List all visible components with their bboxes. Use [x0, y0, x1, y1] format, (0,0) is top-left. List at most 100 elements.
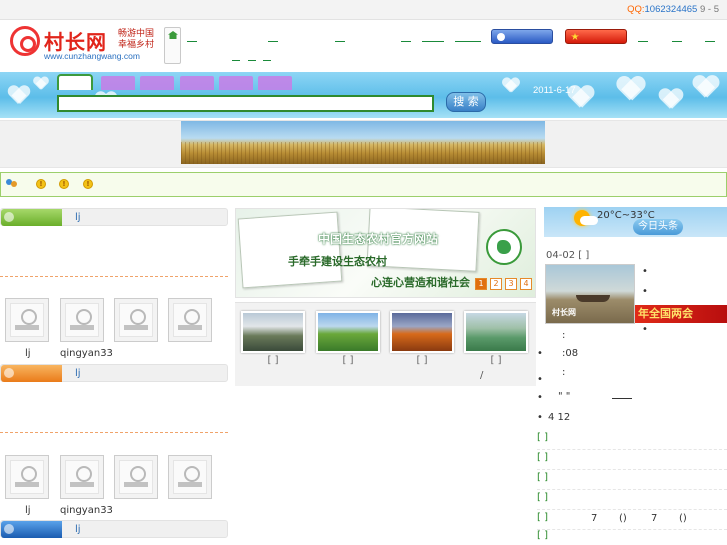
- category-bracket[interactable]: [ ]: [537, 512, 548, 523]
- news-line[interactable]: :: [562, 367, 565, 378]
- category-bracket[interactable]: [ ]: [537, 472, 548, 483]
- user-thumbnail[interactable]: [60, 298, 104, 342]
- search-tab[interactable]: [258, 76, 292, 90]
- news-line[interactable]: " ": [558, 391, 570, 402]
- search-tab[interactable]: [180, 76, 214, 90]
- news-photo[interactable]: 村长网: [545, 264, 635, 324]
- user-thumbnail[interactable]: [114, 298, 158, 342]
- nav-link[interactable]: [268, 41, 278, 42]
- section-tab-pill[interactable]: [1, 365, 62, 382]
- photo-strip: [ ] [ ] [ ] [ ]: [235, 302, 536, 386]
- user-thumbnail[interactable]: [5, 455, 49, 499]
- home-icon: [168, 31, 178, 39]
- search-tab[interactable]: [101, 76, 135, 90]
- search-button[interactable]: 搜 索: [446, 92, 486, 112]
- news-row[interactable]: [ ]: [537, 432, 727, 450]
- headline-button[interactable]: 今日头条: [633, 219, 683, 235]
- slide-page-3[interactable]: 3: [505, 278, 517, 290]
- news-row[interactable]: [ ]: [537, 492, 727, 510]
- heart-decoration: [617, 77, 646, 103]
- photo-caption[interactable]: [ ]: [464, 355, 528, 366]
- date-text: 2011-6-17: [533, 85, 576, 96]
- section-tab-pill[interactable]: [1, 521, 62, 538]
- search-tab[interactable]: [140, 76, 174, 90]
- user-thumbnail[interactable]: [60, 455, 104, 499]
- nav-link[interactable]: [232, 60, 240, 61]
- nav-link[interactable]: [422, 41, 444, 42]
- warning-icon[interactable]: !: [36, 179, 46, 189]
- category-bracket[interactable]: [ ]: [537, 452, 548, 463]
- left-section-header[interactable]: lj: [0, 208, 228, 226]
- section-header-text[interactable]: lj: [75, 524, 81, 535]
- search-input[interactable]: [57, 95, 434, 112]
- news-row[interactable]: [ ]: [537, 452, 727, 470]
- section-header-text[interactable]: lj: [75, 212, 81, 223]
- heart-decoration: [502, 78, 520, 94]
- field-photo[interactable]: [316, 311, 380, 353]
- section-header-text[interactable]: lj: [75, 368, 81, 379]
- nav-link[interactable]: [638, 41, 648, 42]
- left-section-header[interactable]: lj: [0, 520, 228, 538]
- lianghui-banner[interactable]: 年全国两会: [635, 305, 727, 323]
- news-row[interactable]: [ ]: [537, 530, 727, 545]
- news-date: 04-02 [ ]: [546, 250, 590, 261]
- cloud-icon: [580, 216, 598, 225]
- nav-link[interactable]: [705, 41, 715, 42]
- news-row[interactable]: [ ]: [537, 472, 727, 490]
- login-button[interactable]: [491, 29, 553, 44]
- logo-slogan: 畅游中国 幸福乡村: [118, 29, 155, 50]
- photo-caption[interactable]: [ ]: [241, 355, 305, 366]
- user-thumbnail[interactable]: [5, 298, 49, 342]
- search-tab[interactable]: [219, 76, 253, 90]
- user-name[interactable]: qingyan33: [60, 348, 113, 359]
- left-section-header[interactable]: lj: [0, 364, 228, 382]
- row-paren: (): [679, 513, 687, 524]
- home-link[interactable]: [164, 27, 181, 64]
- qq-number[interactable]: 1062324465: [645, 4, 698, 15]
- wheat-banner-image[interactable]: [181, 121, 545, 164]
- user-name[interactable]: qingyan33: [60, 505, 113, 516]
- search-tab-active[interactable]: [57, 74, 93, 90]
- register-button[interactable]: [565, 29, 627, 44]
- user-name[interactable]: lj: [25, 505, 31, 516]
- nav-link[interactable]: [187, 41, 197, 42]
- user-thumbnail[interactable]: [168, 455, 212, 499]
- category-bracket[interactable]: [ ]: [537, 492, 548, 503]
- category-bracket[interactable]: [ ]: [537, 432, 548, 443]
- slide-page-1[interactable]: 1: [475, 278, 487, 290]
- notice-bar: ! ! !: [0, 172, 727, 197]
- warning-icon[interactable]: !: [83, 179, 93, 189]
- nav-link[interactable]: [248, 60, 256, 61]
- site-logo[interactable]: 村长网 畅游中国 幸福乡村 www.cunzhangwang.com: [10, 26, 160, 66]
- user-name[interactable]: lj: [25, 348, 31, 359]
- nav-link[interactable]: [401, 41, 411, 42]
- nav-link[interactable]: [672, 41, 682, 42]
- slide-page-4[interactable]: 4: [520, 278, 532, 290]
- warning-icon[interactable]: !: [59, 179, 69, 189]
- news-line[interactable]: :: [562, 330, 565, 341]
- category-bracket[interactable]: [ ]: [537, 530, 548, 541]
- logo-url: www.cunzhangwang.com: [44, 51, 140, 61]
- list-bullet: •: [642, 286, 648, 297]
- news-row[interactable]: [ ] 7 () 7 (): [537, 512, 727, 530]
- sunset-photo[interactable]: [390, 311, 454, 353]
- news-link-underline[interactable]: [612, 398, 632, 399]
- photo-caption[interactable]: [ ]: [390, 355, 454, 366]
- nav-link[interactable]: [455, 41, 481, 42]
- section-tab-pill[interactable]: [1, 209, 62, 226]
- news-line[interactable]: :08: [562, 348, 578, 359]
- village-photo[interactable]: [241, 311, 305, 353]
- star-icon: [571, 33, 579, 40]
- feature-slideshow[interactable]: 中国生态农村官方网站 手牵手建设生态农村 心连心营造和谐社会 1 2 3 4: [235, 208, 536, 298]
- top-bar: QQ:1062324465 9 - 5: [0, 0, 727, 20]
- mountain-photo[interactable]: [464, 311, 528, 353]
- news-line[interactable]: 4 12: [548, 412, 570, 423]
- list-bullet: •: [642, 266, 648, 277]
- slide-page-2[interactable]: 2: [490, 278, 502, 290]
- photo-caption[interactable]: [ ]: [316, 355, 380, 366]
- user-thumbnail[interactable]: [114, 455, 158, 499]
- nav-link[interactable]: [335, 41, 345, 42]
- photo-watermark: 村长网: [552, 308, 576, 317]
- user-thumbnail[interactable]: [168, 298, 212, 342]
- nav-link[interactable]: [263, 60, 271, 61]
